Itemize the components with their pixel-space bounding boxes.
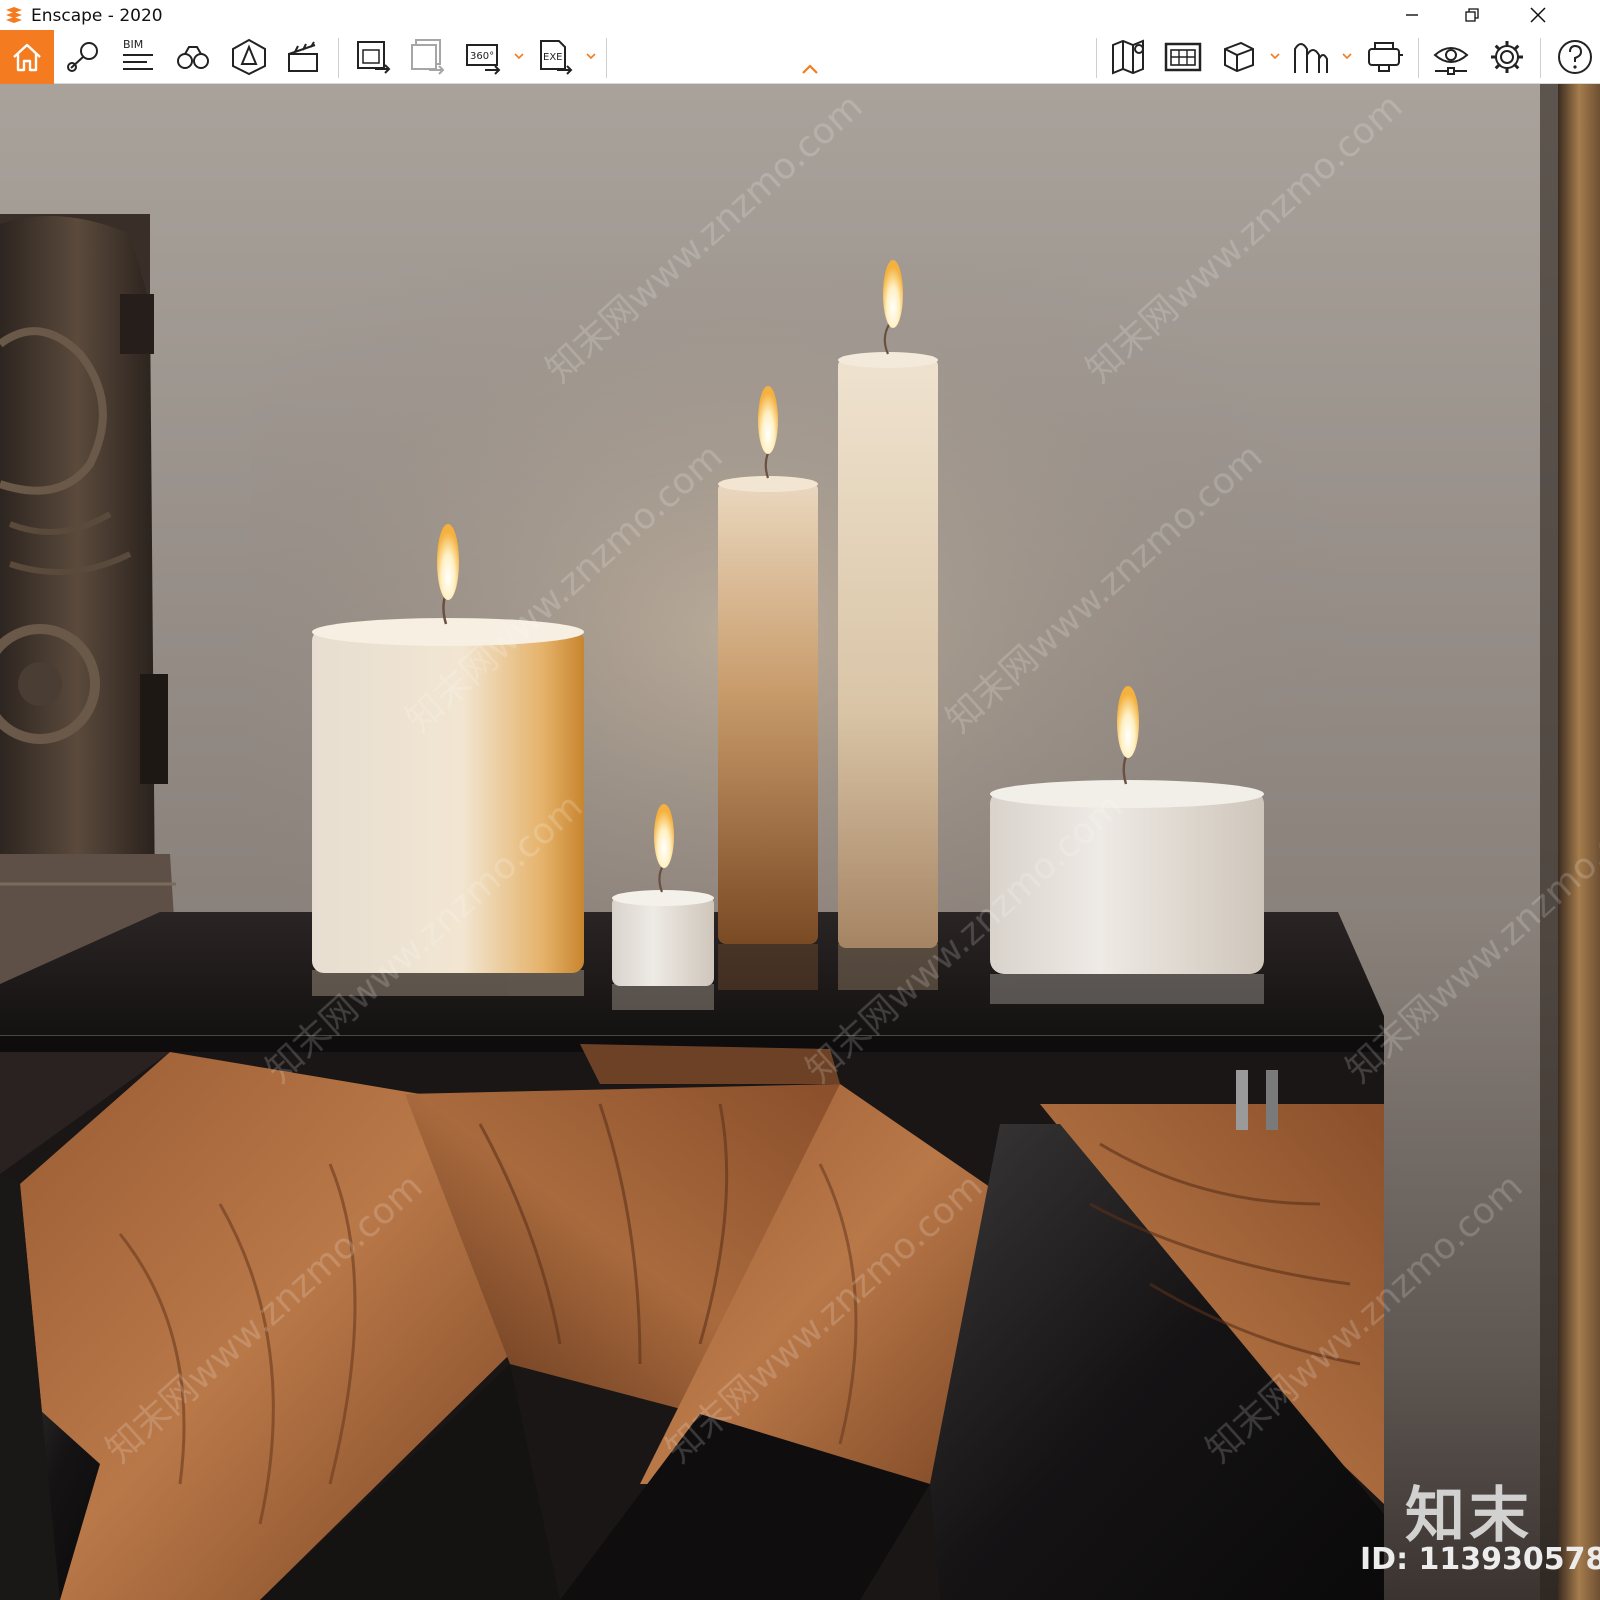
- atmosphere-icon: [232, 38, 266, 76]
- watermark-id: ID: 1139305787: [1360, 1542, 1600, 1577]
- minimize-icon: [1406, 14, 1418, 16]
- toolbar-separator: [606, 38, 607, 78]
- atmosphere-button[interactable]: [226, 34, 272, 80]
- panorama-360-icon: 360°: [466, 44, 501, 75]
- restore-button[interactable]: [1442, 0, 1502, 30]
- mini-map-button[interactable]: [1160, 34, 1206, 80]
- chevron-down-icon[interactable]: [584, 49, 598, 63]
- cube-icon: [1224, 41, 1254, 73]
- home-icon: [13, 43, 41, 72]
- chevron-up-icon[interactable]: [800, 62, 820, 76]
- cube-button[interactable]: [1216, 34, 1262, 80]
- asset-library-icon: [1294, 43, 1328, 73]
- help-icon: [1558, 40, 1592, 74]
- window-title: Enscape - 2020: [31, 6, 163, 26]
- render-viewport[interactable]: 知末网www.znzmo.com 知末网www.znzmo.com 知末网www…: [0, 84, 1600, 1600]
- visual-settings-icon: [1433, 47, 1469, 75]
- carved-sculpture: [0, 214, 178, 984]
- settings-gear-icon: [1491, 41, 1523, 73]
- asset-library-button[interactable]: [1288, 34, 1334, 80]
- batch-export-icon: [411, 39, 445, 75]
- svg-text:EXE: EXE: [543, 52, 563, 63]
- batch-export-button[interactable]: [404, 34, 450, 80]
- bim-button[interactable]: BIM: [114, 34, 160, 80]
- close-icon: [1530, 7, 1546, 23]
- home-button[interactable]: [0, 30, 54, 84]
- enscape-toolbar: BIM 360° EXE: [0, 30, 1600, 84]
- toolbar-separator: [1418, 38, 1419, 78]
- screenshot-export-button[interactable]: [350, 34, 396, 80]
- binoculars-button[interactable]: [170, 34, 216, 80]
- faceted-wood-cabinet: [0, 1044, 1384, 1600]
- enscape-logo-icon: [6, 7, 22, 23]
- scene-render: 知末网www.znzmo.com 知末网www.znzmo.com 知末网www…: [0, 84, 1600, 1600]
- toolbar-separator: [1096, 38, 1097, 78]
- vr-headset-button[interactable]: [1362, 34, 1408, 80]
- title-bar: Enscape - 2020: [0, 0, 1600, 30]
- svg-text:360°: 360°: [470, 51, 494, 62]
- map-icon: [1112, 39, 1144, 75]
- toolbar-separator: [338, 38, 339, 78]
- mini-map-icon: [1164, 42, 1202, 72]
- close-button[interactable]: [1508, 0, 1568, 30]
- vr-headset-icon: [1368, 42, 1403, 72]
- panorama-export-button[interactable]: 360°: [460, 34, 506, 80]
- bim-icon: BIM: [123, 38, 153, 70]
- chevron-down-icon[interactable]: [1268, 49, 1282, 63]
- video-editor-button[interactable]: [280, 34, 326, 80]
- screenshot-export-icon: [357, 41, 391, 74]
- toolbar-separator: [1540, 38, 1541, 78]
- export-exe-icon: EXE: [540, 40, 573, 75]
- binoculars-icon: [177, 46, 209, 69]
- watermark-logo: 知末: [1405, 1481, 1533, 1551]
- candle-tallest: [838, 260, 938, 948]
- map-button[interactable]: [1106, 34, 1152, 80]
- export-exe-button[interactable]: EXE: [532, 34, 578, 80]
- visual-settings-button[interactable]: [1428, 34, 1474, 80]
- place-views-button[interactable]: [60, 34, 106, 80]
- minimize-button[interactable]: [1382, 0, 1442, 30]
- place-views-icon: [67, 42, 98, 72]
- chevron-down-icon[interactable]: [1340, 49, 1354, 63]
- help-button[interactable]: [1552, 34, 1598, 80]
- clapperboard-icon: [288, 41, 318, 72]
- restore-icon: [1465, 8, 1479, 22]
- svg-text:BIM: BIM: [123, 38, 143, 51]
- settings-button[interactable]: [1484, 34, 1530, 80]
- chevron-down-icon[interactable]: [512, 49, 526, 63]
